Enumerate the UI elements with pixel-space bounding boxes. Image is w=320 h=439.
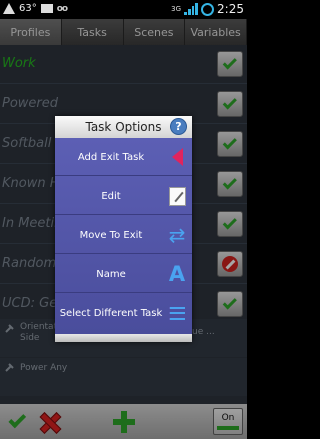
dialog-title-text: Task Options	[85, 120, 162, 134]
option-add-exit-task[interactable]: Add Exit Task	[55, 138, 192, 176]
mail-icon	[40, 4, 53, 13]
dialog-options: Add Exit Task Edit Move To Exit ⇄ Name A…	[55, 138, 192, 334]
option-label: Move To Exit	[79, 229, 143, 241]
battery-temp: 63°	[19, 3, 37, 14]
edit-icon	[167, 186, 187, 206]
option-name[interactable]: Name A	[55, 255, 192, 293]
task-options-dialog: Task Options ? Add Exit Task Edit Move T…	[55, 116, 192, 342]
list-icon	[167, 303, 187, 323]
oo-icon: oo	[56, 3, 68, 14]
letter-a-icon: A	[168, 261, 186, 286]
dialog-title: Task Options ?	[55, 116, 192, 138]
sync-icon: ⇄	[168, 223, 186, 247]
option-select-different-task[interactable]: Select Different Task	[55, 294, 192, 332]
triangle-left-icon	[167, 147, 187, 167]
dialog-footer	[55, 334, 192, 342]
battery-icon	[201, 2, 215, 16]
option-label: Name	[96, 268, 126, 280]
option-label: Add Exit Task	[77, 151, 145, 163]
option-label: Select Different Task	[59, 307, 163, 319]
signal-icon	[184, 3, 199, 15]
option-move-to-exit[interactable]: Move To Exit ⇄	[55, 216, 192, 254]
option-edit[interactable]: Edit	[55, 177, 192, 215]
clock: 2:25	[217, 2, 244, 16]
network-type: 3G	[171, 5, 182, 13]
help-icon[interactable]: ?	[170, 118, 187, 135]
status-bar: 63° oo 3G 2:25	[0, 0, 247, 19]
option-label: Edit	[101, 190, 121, 202]
warning-icon	[3, 3, 15, 14]
